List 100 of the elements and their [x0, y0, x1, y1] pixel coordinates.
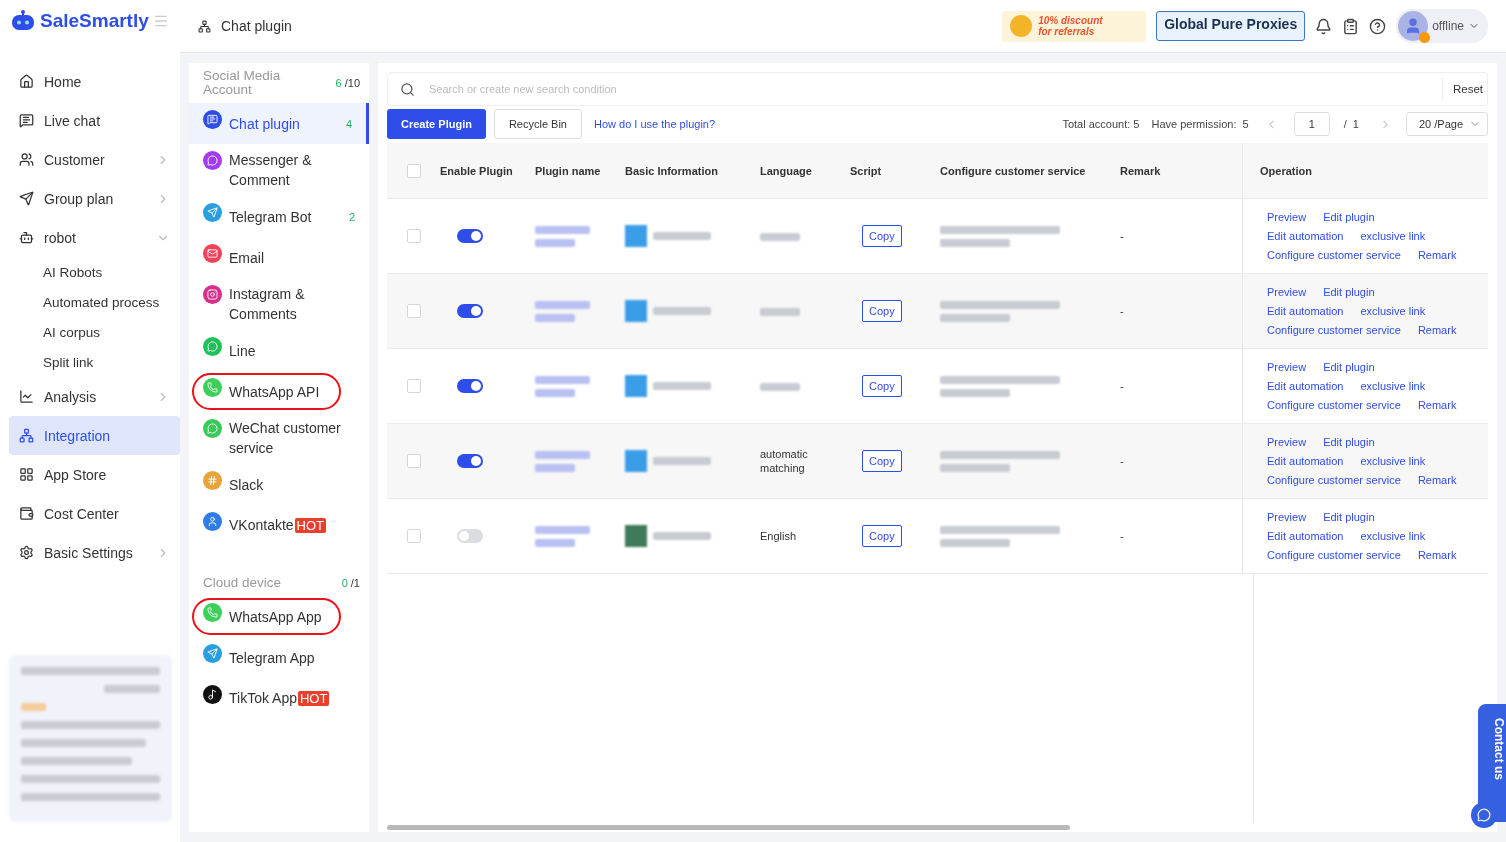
blurred-text	[535, 375, 590, 397]
operation-link[interactable]: Preview	[1267, 436, 1307, 448]
nav-item[interactable]: Home	[9, 62, 180, 101]
group-title: Cloud device	[203, 576, 283, 590]
operation-link[interactable]: Edit automation	[1267, 380, 1344, 392]
recycle-bin-button[interactable]: Recycle Bin	[493, 109, 582, 139]
copy-button[interactable]: Copy	[862, 225, 902, 247]
nav-item[interactable]: Customer	[9, 140, 180, 179]
operation-link[interactable]: Remark	[1417, 399, 1457, 411]
copy-button[interactable]: Copy	[862, 450, 902, 472]
operation-link[interactable]: Edit plugin	[1323, 211, 1375, 223]
nav-item[interactable]: robot	[9, 218, 180, 257]
channel-item[interactable]: Messenger & Comment	[189, 144, 369, 196]
operation-link[interactable]: Edit automation	[1267, 230, 1344, 242]
operation-link[interactable]: Preview	[1267, 361, 1307, 373]
select-all-checkbox[interactable]	[407, 163, 421, 178]
scrollbar-thumb[interactable]	[387, 825, 1070, 830]
channel-item[interactable]: TikTok App HOT	[189, 678, 369, 719]
operation-link[interactable]: Edit plugin	[1323, 361, 1375, 373]
usage-count: 0 /1	[341, 577, 360, 589]
enable-toggle[interactable]	[457, 304, 483, 318]
channel-item[interactable]: Line	[189, 330, 369, 371]
nav-subitem[interactable]: AI Robots	[0, 257, 180, 287]
channel-item[interactable]: Slack	[189, 464, 369, 505]
nav-subitem[interactable]: Automated process	[0, 287, 180, 317]
operation-link[interactable]: Configure customer service	[1267, 324, 1401, 336]
operation-link[interactable]: Remark	[1417, 549, 1457, 561]
reset-button[interactable]: Reset	[1441, 78, 1487, 100]
nav-item[interactable]: Integration	[9, 416, 180, 455]
operation-link[interactable]: Configure customer service	[1267, 399, 1401, 411]
row-checkbox[interactable]	[407, 454, 421, 468]
operation-link[interactable]: Configure customer service	[1267, 474, 1401, 486]
channel-item[interactable]: Telegram App	[189, 637, 369, 678]
operation-link[interactable]: Edit plugin	[1323, 511, 1375, 523]
operation-link[interactable]: Edit automation	[1267, 530, 1344, 542]
operation-link[interactable]: Configure customer service	[1267, 249, 1401, 261]
operation-link[interactable]: Edit plugin	[1323, 286, 1375, 298]
row-checkbox[interactable]	[407, 529, 421, 543]
row-checkbox[interactable]	[407, 304, 421, 318]
operation-link[interactable]: exclusive link	[1360, 380, 1426, 392]
operation-link[interactable]: Edit plugin	[1323, 436, 1375, 448]
operation-link[interactable]: Remark	[1417, 474, 1457, 486]
hot-badge: HOT	[297, 691, 330, 706]
status-menu[interactable]: offline	[1396, 9, 1488, 43]
contact-us-tab[interactable]: Contact us	[1478, 704, 1506, 822]
operation-link[interactable]: exclusive link	[1360, 455, 1426, 467]
operation-link[interactable]: Preview	[1267, 286, 1307, 298]
nav-subitem[interactable]: Split link	[0, 347, 180, 377]
settings-icon	[19, 545, 34, 560]
channel-item[interactable]: WeChat customer service	[189, 412, 369, 464]
copy-button[interactable]: Copy	[862, 525, 902, 547]
page-size-select[interactable]: 20 /Page	[1406, 112, 1488, 136]
search-field[interactable]: Search or create new search condition Reset	[387, 72, 1488, 106]
enable-toggle[interactable]	[457, 379, 483, 393]
operation-link[interactable]: Configure customer service	[1267, 549, 1401, 561]
nav-item[interactable]: Analysis	[9, 377, 180, 416]
copy-button[interactable]: Copy	[862, 375, 902, 397]
channel-item[interactable]: Telegram Bot 2	[189, 196, 369, 237]
help-icon[interactable]	[1369, 17, 1387, 35]
channel-item[interactable]: Email	[189, 237, 369, 278]
nav-item[interactable]: Group plan	[9, 179, 180, 218]
nav-item[interactable]: Basic Settings	[9, 533, 180, 572]
nav-item[interactable]: Live chat	[9, 101, 180, 140]
remark-text: -	[1120, 229, 1125, 243]
operation-link[interactable]: exclusive link	[1360, 530, 1426, 542]
channel-item[interactable]: Chat plugin 4	[189, 103, 369, 144]
operation-link[interactable]: Edit automation	[1267, 455, 1344, 467]
operation-link[interactable]: exclusive link	[1360, 230, 1426, 242]
operation-link[interactable]: Preview	[1267, 511, 1307, 523]
nav-item[interactable]: App Store	[9, 455, 180, 494]
operation-link[interactable]: Remark	[1417, 324, 1457, 336]
promo-banner[interactable]: 10% discount for referrals	[1002, 10, 1147, 42]
enable-toggle[interactable]	[457, 229, 483, 243]
copy-button[interactable]: Copy	[862, 300, 902, 322]
page-total: / 1	[1343, 118, 1359, 130]
blurred-text	[653, 457, 711, 465]
blurred-text	[535, 225, 590, 247]
channel-item[interactable]: WhatsApp API	[189, 371, 369, 412]
nav-subitem[interactable]: AI corpus	[0, 317, 180, 347]
proxy-banner[interactable]: Global Pure Proxies	[1156, 11, 1306, 41]
operation-link[interactable]: exclusive link	[1360, 305, 1426, 317]
operation-link[interactable]: Edit automation	[1267, 305, 1344, 317]
bell-icon[interactable]	[1315, 17, 1333, 35]
robot-icon	[19, 230, 34, 245]
channel-item[interactable]: WhatsApp App	[189, 596, 369, 637]
menu-icon[interactable]	[152, 13, 169, 29]
clipboard-icon[interactable]	[1342, 17, 1360, 35]
enable-toggle[interactable]	[457, 454, 483, 468]
help-link[interactable]: How do I use the plugin?	[594, 118, 716, 130]
operation-link[interactable]: Remark	[1417, 249, 1457, 261]
operation-link[interactable]: Preview	[1267, 211, 1307, 223]
language-text: automatic matching	[760, 448, 808, 474]
nav-item[interactable]: Cost Center	[9, 494, 180, 533]
row-checkbox[interactable]	[407, 379, 421, 393]
row-checkbox[interactable]	[407, 229, 421, 243]
enable-toggle[interactable]	[457, 529, 483, 543]
page-field[interactable]: 1	[1293, 112, 1330, 136]
channel-item[interactable]: VKontakte HOT	[189, 505, 369, 546]
create-plugin-button[interactable]: Create Plugin	[387, 109, 486, 139]
channel-item[interactable]: Instagram & Comments	[189, 278, 369, 330]
